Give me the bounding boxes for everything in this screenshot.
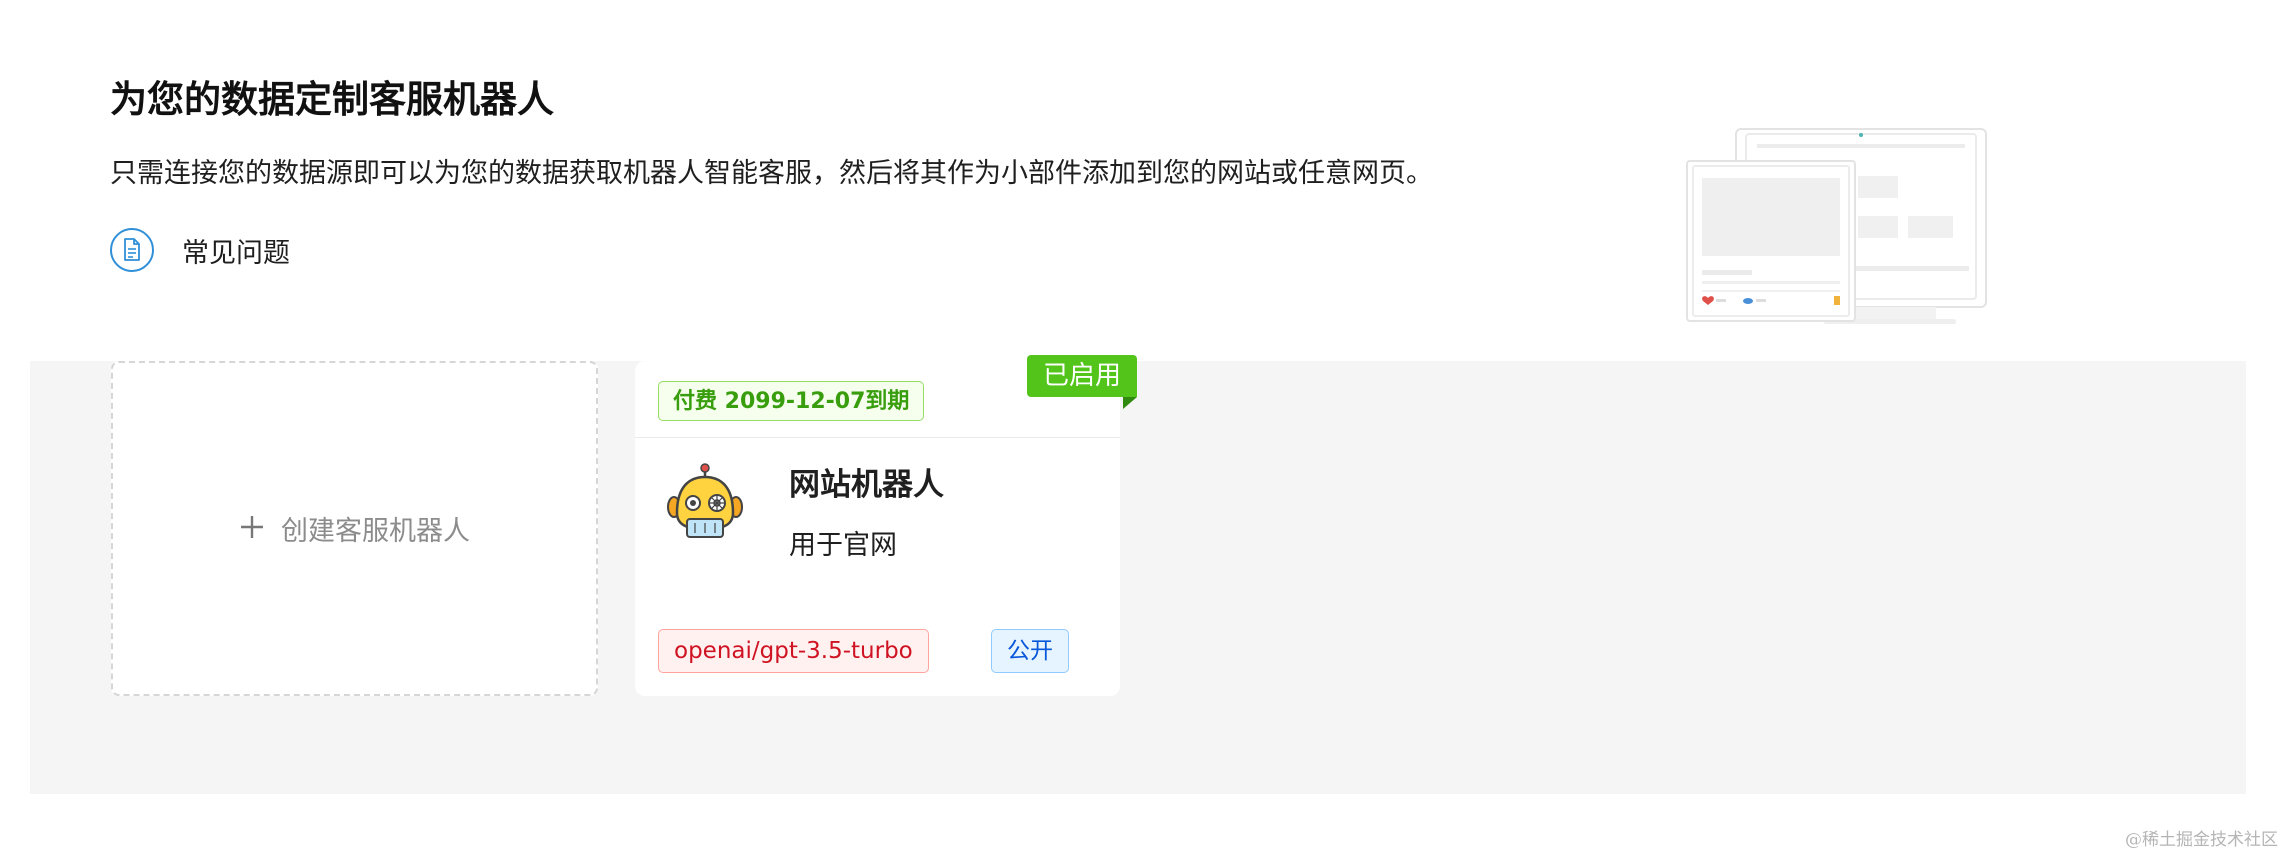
faq-label: 常见问题 — [182, 237, 290, 269]
plus-icon — [239, 512, 265, 546]
model-tag: openai/gpt-3.5-turbo — [658, 629, 929, 673]
page-subtitle: 只需连接您的数据源即可以为您的数据获取机器人智能客服，然后将其作为小部件添加到您… — [110, 158, 1433, 189]
bot-card-header: 付费 2099-12-07到期 已启用 — [635, 355, 1138, 438]
faq-link[interactable]: 常见问题 — [110, 228, 1433, 272]
devices-illustration — [1684, 126, 1994, 331]
bot-name: 网站机器人 — [789, 467, 944, 503]
watermark: @稀土掘金技术社区 — [2125, 830, 2278, 850]
page-title: 为您的数据定制客服机器人 — [110, 78, 554, 121]
status-badge: 已启用 — [1026, 355, 1138, 409]
create-bot-card[interactable]: 创建客服机器人 — [111, 361, 598, 696]
visibility-tag: 公开 — [991, 629, 1069, 673]
bot-description: 用于官网 — [789, 530, 897, 561]
bot-card[interactable]: 付费 2099-12-07到期 已启用 网站机器人 用于官网 openai/gp… — [635, 355, 1138, 696]
document-icon — [110, 228, 154, 272]
page: 为您的数据定制客服机器人 只需连接您的数据源即可以为您的数据获取机器人智能客服，… — [0, 0, 2284, 854]
robot-icon — [665, 463, 745, 543]
header: 为您的数据定制客服机器人 只需连接您的数据源即可以为您的数据获取机器人智能客服，… — [110, 70, 1433, 272]
bot-list-area: 创建客服机器人 付费 2099-12-07到期 已启用 网站机器人 用于官网 o… — [30, 355, 2246, 794]
expire-tag: 付费 2099-12-07到期 — [658, 381, 925, 421]
create-bot-label: 创建客服机器人 — [281, 516, 470, 547]
